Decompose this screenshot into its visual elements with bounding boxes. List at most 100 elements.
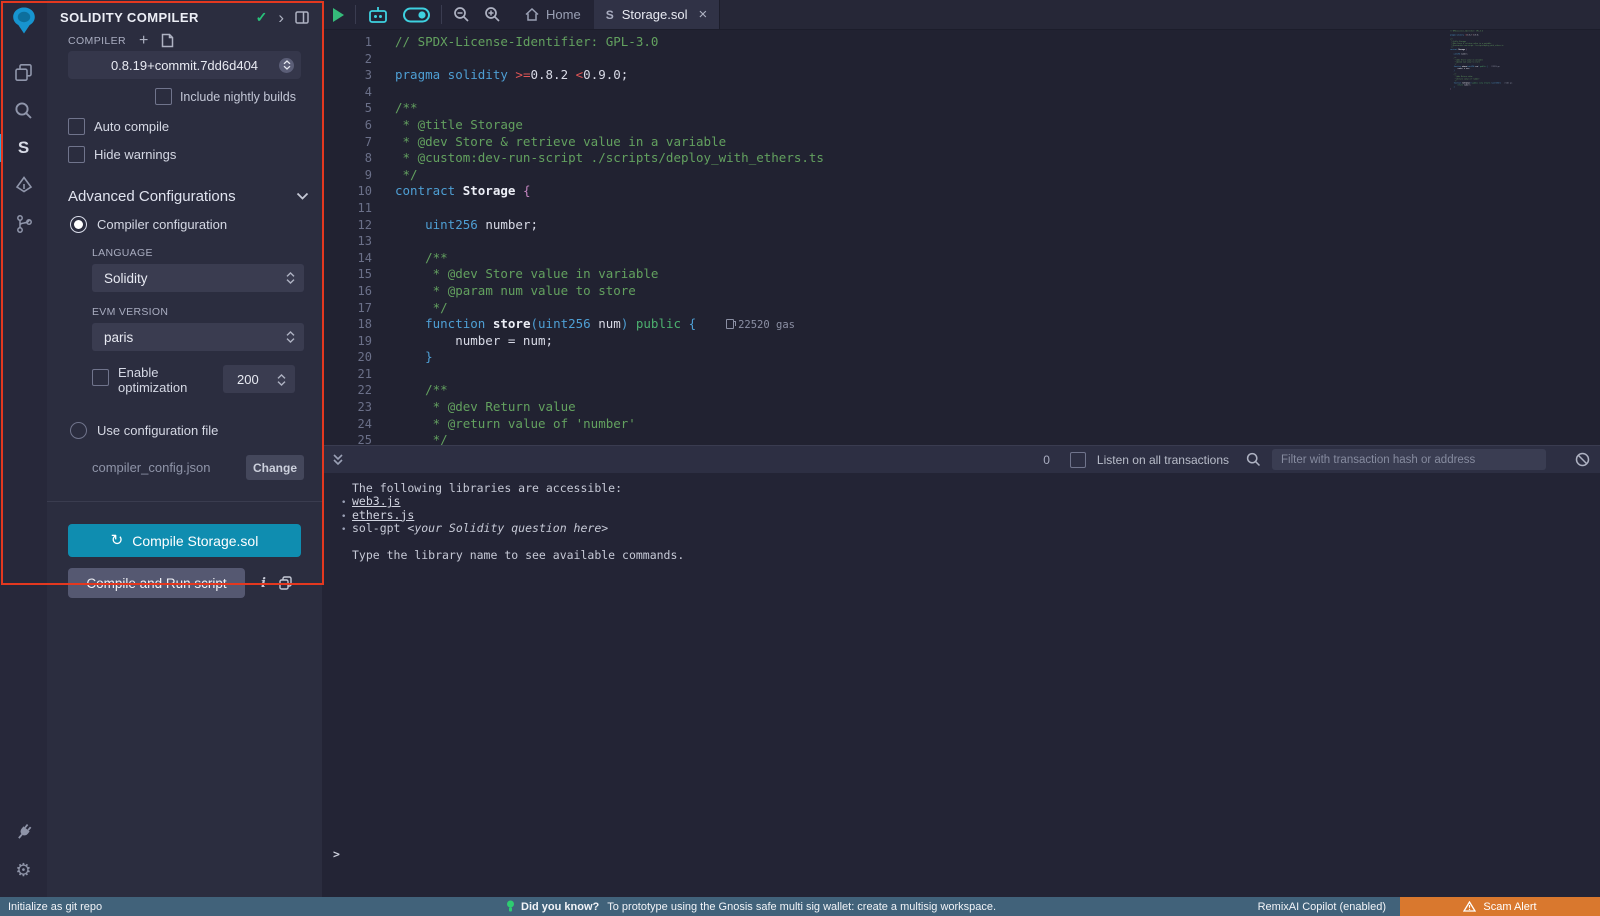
terminal-library-link[interactable]: ethers.js [352,508,414,522]
remix-ide-window: S ⚙ SOLIDITY COMPILER ✓ › COMPILER + [0,0,1600,916]
use-configuration-file-radio[interactable] [70,422,87,439]
warning-triangle-icon [1463,901,1476,912]
expand-terminal-icon[interactable] [332,453,344,466]
minimap[interactable]: 1// SPDX-License-Identifier: GPL-3.023pr… [1447,30,1533,180]
auto-compile-checkbox[interactable] [68,118,85,135]
code-lines: 1// SPDX-License-Identifier: GPL-3.023pr… [1447,30,1533,90]
load-compiler-file-icon[interactable] [161,33,174,48]
hide-warnings-checkbox[interactable] [68,146,85,163]
compile-run-row: Compile and Run script i [68,568,301,598]
include-nightly-checkbox[interactable] [155,88,172,105]
compiler-configuration-radio-row[interactable]: Compiler configuration [70,216,322,233]
clear-terminal-icon[interactable] [1575,452,1590,467]
gas-pump-icon [1504,82,1505,83]
language-value: Solidity [104,271,148,286]
main-area: Home S Storage.sol × 1// SPDX-License-Id… [322,0,1600,897]
config-filename: compiler_config.json [92,460,246,475]
panel-title: SOLIDITY COMPILER [60,10,245,25]
info-icon[interactable]: i [261,576,266,591]
include-nightly-label: Include nightly builds [180,90,296,104]
solidity-file-icon: S [606,8,614,22]
copilot-toggle[interactable] [403,7,430,23]
zoom-out-icon[interactable] [453,6,470,23]
language-label: LANGUAGE [92,247,322,259]
enable-optimization-checkbox[interactable] [92,369,109,386]
compiler-section-row: COMPILER + [68,33,309,48]
tip-label: Did you know? [521,901,599,913]
run-group [322,0,355,29]
git-icon[interactable] [0,205,47,243]
listen-transactions-checkbox[interactable] [1070,452,1086,468]
compiler-version-value: 0.8.19+commit.7dd6d404 [111,58,258,73]
runs-stepper-icon[interactable] [277,374,286,386]
scam-alert-badge[interactable]: Scam Alert [1400,897,1600,916]
terminal-library-link[interactable]: web3.js [352,494,400,508]
tab-label: Storage.sol [622,7,688,22]
chevron-right-icon[interactable]: › [278,12,284,24]
evm-version-value: paris [104,330,133,345]
status-bar: Initialize as git repo Did you know? To … [0,897,1600,916]
file-explorer-icon[interactable] [0,53,47,91]
enable-optimization-row: Enable optimization [92,365,322,395]
evm-version-select[interactable]: paris [92,323,304,351]
auto-compile-label: Auto compile [94,119,169,134]
copilot-status[interactable]: RemixAI Copilot (enabled) [1258,901,1386,913]
language-select[interactable]: Solidity [92,264,304,292]
settings-icon[interactable]: ⚙ [0,851,47,889]
did-you-know-tip: Did you know? To prototype using the Gno… [506,900,996,913]
terminal-search-icon[interactable] [1246,452,1261,467]
git-init-status[interactable]: Initialize as git repo [0,901,102,913]
tab-strip: S Storage.sol × [594,0,1600,29]
terminal[interactable]: The following libraries are accessible:•… [322,473,1600,897]
home-label: Home [546,7,581,22]
compiler-section-label: COMPILER [68,35,126,47]
hide-warnings-label: Hide warnings [94,147,176,162]
enable-optimization-label: Enable optimization [118,365,206,395]
home-icon [525,8,539,21]
include-nightly-row: Include nightly builds [47,88,296,105]
panel-divider [47,501,322,502]
tab-storage-sol[interactable]: S Storage.sol × [594,0,721,29]
compiler-version-select[interactable]: 0.8.19+commit.7dd6d404 [68,51,301,79]
code-lines: 1// SPDX-License-Identifier: GPL-3.023pr… [322,30,1600,445]
config-file-row: compiler_config.json Change [92,455,304,480]
gas-pump-icon [1491,66,1492,67]
chevron-down-icon [296,192,309,201]
change-config-button[interactable]: Change [246,455,304,480]
solidity-compiler-panel: SOLIDITY COMPILER ✓ › COMPILER + 0.8.19+… [47,0,322,897]
advanced-configurations-toggle[interactable]: Advanced Configurations [68,188,309,205]
remix-logo-icon [9,5,39,37]
solidity-compiler-icon[interactable]: S [0,129,47,167]
version-select-caret-icon [279,58,294,73]
code-editor[interactable]: 1// SPDX-License-Identifier: GPL-3.023pr… [322,30,1600,445]
terminal-prompt[interactable]: > [333,847,340,861]
remix-logo[interactable] [9,5,39,37]
close-tab-icon[interactable]: × [698,6,707,23]
search-icon[interactable] [0,91,47,129]
optimization-runs-wrap [223,365,295,393]
copilot-robot-icon[interactable] [367,6,389,23]
solidity-compiler-glyph: S [18,138,29,158]
plugin-manager-icon[interactable] [0,813,47,851]
auto-compile-row: Auto compile [68,118,322,135]
compiler-configuration-label: Compiler configuration [97,217,227,232]
zoom-in-icon[interactable] [484,6,501,23]
compile-button[interactable]: ↻ Compile Storage.sol [68,524,301,557]
pin-panel-icon[interactable] [295,11,309,24]
terminal-toolbar-right: 0 Listen on all transactions [1043,449,1590,470]
tab-home[interactable]: Home [512,0,594,29]
compiler-configuration-radio[interactable] [70,216,87,233]
deploy-run-icon[interactable] [0,167,47,205]
transaction-count: 0 [1043,453,1050,467]
evm-version-label: EVM VERSION [92,306,322,318]
compile-and-run-button[interactable]: Compile and Run script [68,568,245,598]
advanced-configurations-label: Advanced Configurations [68,188,296,205]
compile-button-label: Compile Storage.sol [132,533,258,549]
run-script-play-button[interactable] [333,8,344,22]
select-stepper-icon [286,331,295,343]
use-configuration-file-radio-row[interactable]: Use configuration file [70,422,322,439]
transaction-filter-input[interactable] [1272,449,1546,470]
add-compiler-icon[interactable]: + [139,35,148,47]
gas-pump-icon [726,319,734,329]
copy-icon[interactable] [279,576,292,590]
